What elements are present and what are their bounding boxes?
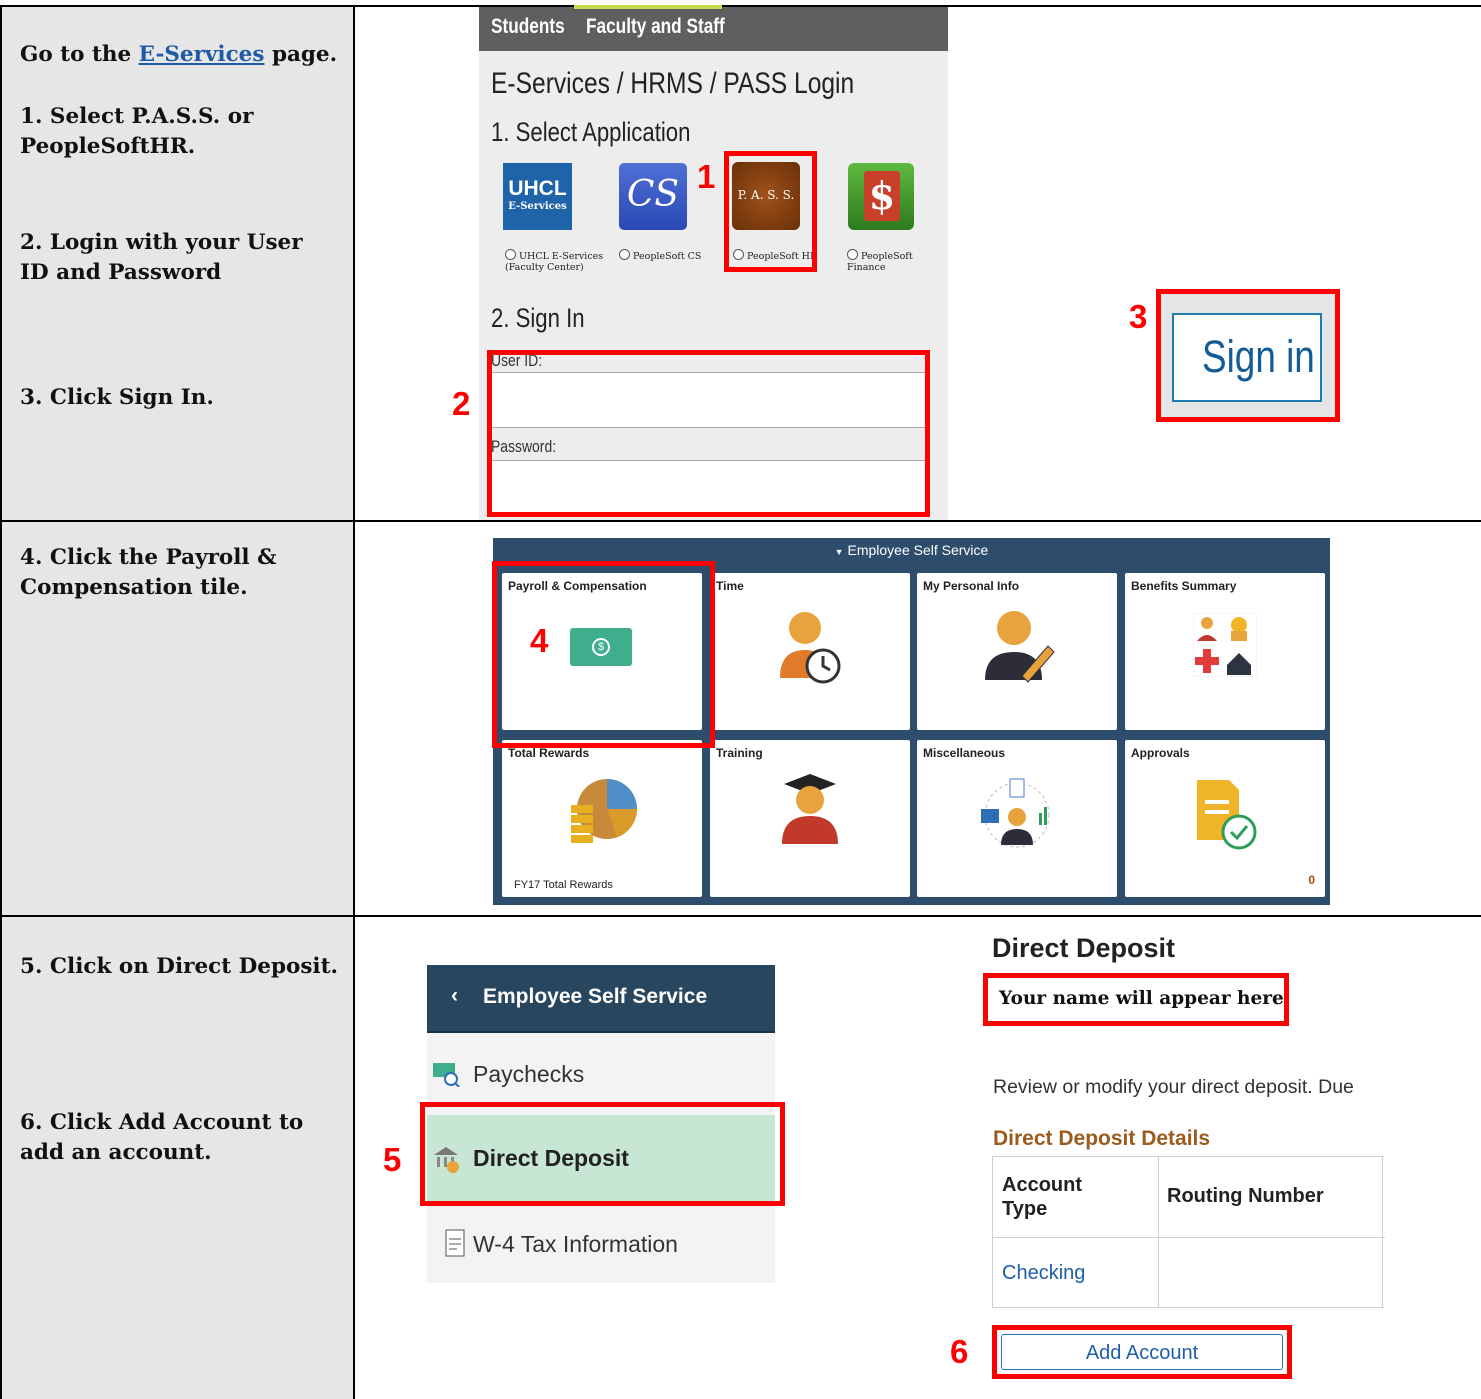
tile-miscellaneous[interactable]: Miscellaneous [917,740,1117,897]
column-header-routing-number: Routing Number [1167,1185,1324,1207]
uhcl-logo-text: UHCL [508,177,567,200]
ess-nav-header[interactable]: ‹ Employee Self Service [427,965,775,1033]
person-clock-icon [780,612,841,684]
sign-in-heading: 2. Sign In [491,303,585,333]
misc-icon [981,778,1050,848]
ess-header-label: Employee Self Service [847,542,989,558]
step-5-text: 5. Click on Direct Deposit. [20,954,339,979]
highlight-direct-deposit [420,1102,785,1206]
highlight-payroll-tile [492,561,715,748]
chevron-left-icon[interactable]: ‹ [451,984,458,1008]
nav-label-paychecks: Paychecks [473,1061,585,1087]
go-to-prefix: Go to the [20,42,139,67]
tab-faculty-staff[interactable]: Faculty and Staff [586,15,725,39]
finance-logo-text: $ [868,173,896,218]
benefits-icon [1193,613,1257,677]
step-4-text: 4. Click the Payroll & Compensation tile… [20,545,277,600]
tile-benefits-summary[interactable]: Benefits Summary [1125,573,1325,730]
column-header-account-type: Account Type [1002,1174,1082,1220]
radio-uhcl[interactable] [505,249,516,260]
tax-form-icon [445,1229,465,1257]
highlight-pass-hr [724,151,817,272]
step-2-text: 2. Login with your User ID and Password [20,230,303,285]
tile-label: Miscellaneous [923,746,1006,760]
approval-doc-icon [1197,780,1257,850]
uhcl-logo-subtext: E-Services [508,201,567,212]
table-column-divider-right [1382,1157,1383,1308]
name-placeholder-box: Your name will appear here [983,973,1289,1026]
callout-1: 1 [697,158,716,195]
direct-deposit-table: Account Type Routing Number Checking [992,1156,1385,1308]
active-tab-indicator [574,5,722,9]
graduate-icon [782,774,838,844]
nav-label-w4: W-4 Tax Information [473,1231,678,1257]
direct-deposit-details-heading: Direct Deposit Details [993,1127,1211,1150]
tile-footer-text: FY17 Total Rewards [514,879,613,891]
table-border-middle [353,5,355,1399]
tile-label: Time [716,579,744,593]
callout-5: 5 [383,1141,402,1178]
app-option-cs[interactable]: PeopleSoft CS [619,249,701,262]
highlight-credentials [487,350,930,517]
tile-label: Total Rewards [508,746,590,760]
tile-label: Training [716,746,763,760]
app-label-uhcl-2: (Faculty Center) [505,262,584,273]
go-to-suffix: page. [264,42,338,67]
uhcl-eservices-logo[interactable]: UHCL E-Services [503,163,572,230]
direct-deposit-title: Direct Deposit [992,933,1176,963]
tile-label: Benefits Summary [1131,579,1237,593]
nav-item-paychecks[interactable]: Paychecks [427,1051,775,1097]
account-type-link-checking[interactable]: Checking [1002,1262,1085,1285]
peoplesoft-cs-logo[interactable]: CS [619,163,687,230]
pie-chart-coins-icon [571,779,637,843]
cs-logo-text: CS [626,174,680,215]
tile-label: Approvals [1131,746,1190,760]
caret-down-icon: ▼ [834,547,844,557]
go-to-instruction: Go to the E-Services page. [20,40,337,70]
approvals-count: 0 [1308,873,1315,887]
login-title: E-Services / HRMS / PASS Login [491,67,855,100]
person-edit-icon [985,611,1055,683]
login-tab-bar: Students Faculty and Staff [479,5,948,51]
tile-label: My Personal Info [923,579,1020,593]
tile-training[interactable]: Training [710,740,910,897]
tile-total-rewards[interactable]: Total Rewards FY17 Total Rewards [502,740,702,897]
table-column-divider [1158,1157,1159,1308]
tile-approvals[interactable]: Approvals 0 [1125,740,1325,897]
radio-finance[interactable] [847,249,858,260]
app-option-uhcl[interactable]: UHCL E-Services (Faculty Center) [505,249,605,273]
add-account-label: Add Account [1085,1342,1199,1364]
ess-header[interactable]: ▼ Employee Self Service [493,542,1330,558]
add-account-button[interactable]: Add Account [1001,1334,1283,1370]
app-label-uhcl: UHCL E-Services [519,251,604,262]
peoplesoft-finance-logo[interactable]: $ [848,163,914,230]
paycheck-search-icon [433,1063,460,1087]
direct-deposit-description: Review or modify your direct deposit. Du… [993,1076,1354,1098]
radio-cs[interactable] [619,249,630,260]
step-3-text: 3. Click Sign In. [20,385,214,410]
nav-back-label: Employee Self Service [483,985,708,1008]
step-1-text: 1. Select P.A.S.S. or PeopleSoftHR. [20,104,254,159]
highlight-sign-in [1156,289,1340,422]
callout-3: 3 [1129,298,1148,335]
callout-6: 6 [950,1333,969,1370]
tile-my-personal-info[interactable]: My Personal Info [917,573,1117,730]
nav-item-w4[interactable]: W-4 Tax Information [427,1221,775,1267]
tab-students[interactable]: Students [491,15,565,39]
select-application-heading: 1. Select Application [491,117,691,147]
name-placeholder-text: Your name will appear here [999,988,1284,1009]
e-services-link[interactable]: E-Services [139,42,265,67]
add-account-highlight: Add Account [992,1325,1292,1379]
step-6-text: 6. Click Add Account to add an account. [20,1110,304,1165]
callout-2: 2 [452,385,471,422]
tile-time[interactable]: Time [710,573,910,730]
app-option-finance[interactable]: PeopleSoft Finance [847,249,948,273]
callout-4: 4 [530,622,549,659]
app-label-cs: PeopleSoft CS [633,251,702,262]
